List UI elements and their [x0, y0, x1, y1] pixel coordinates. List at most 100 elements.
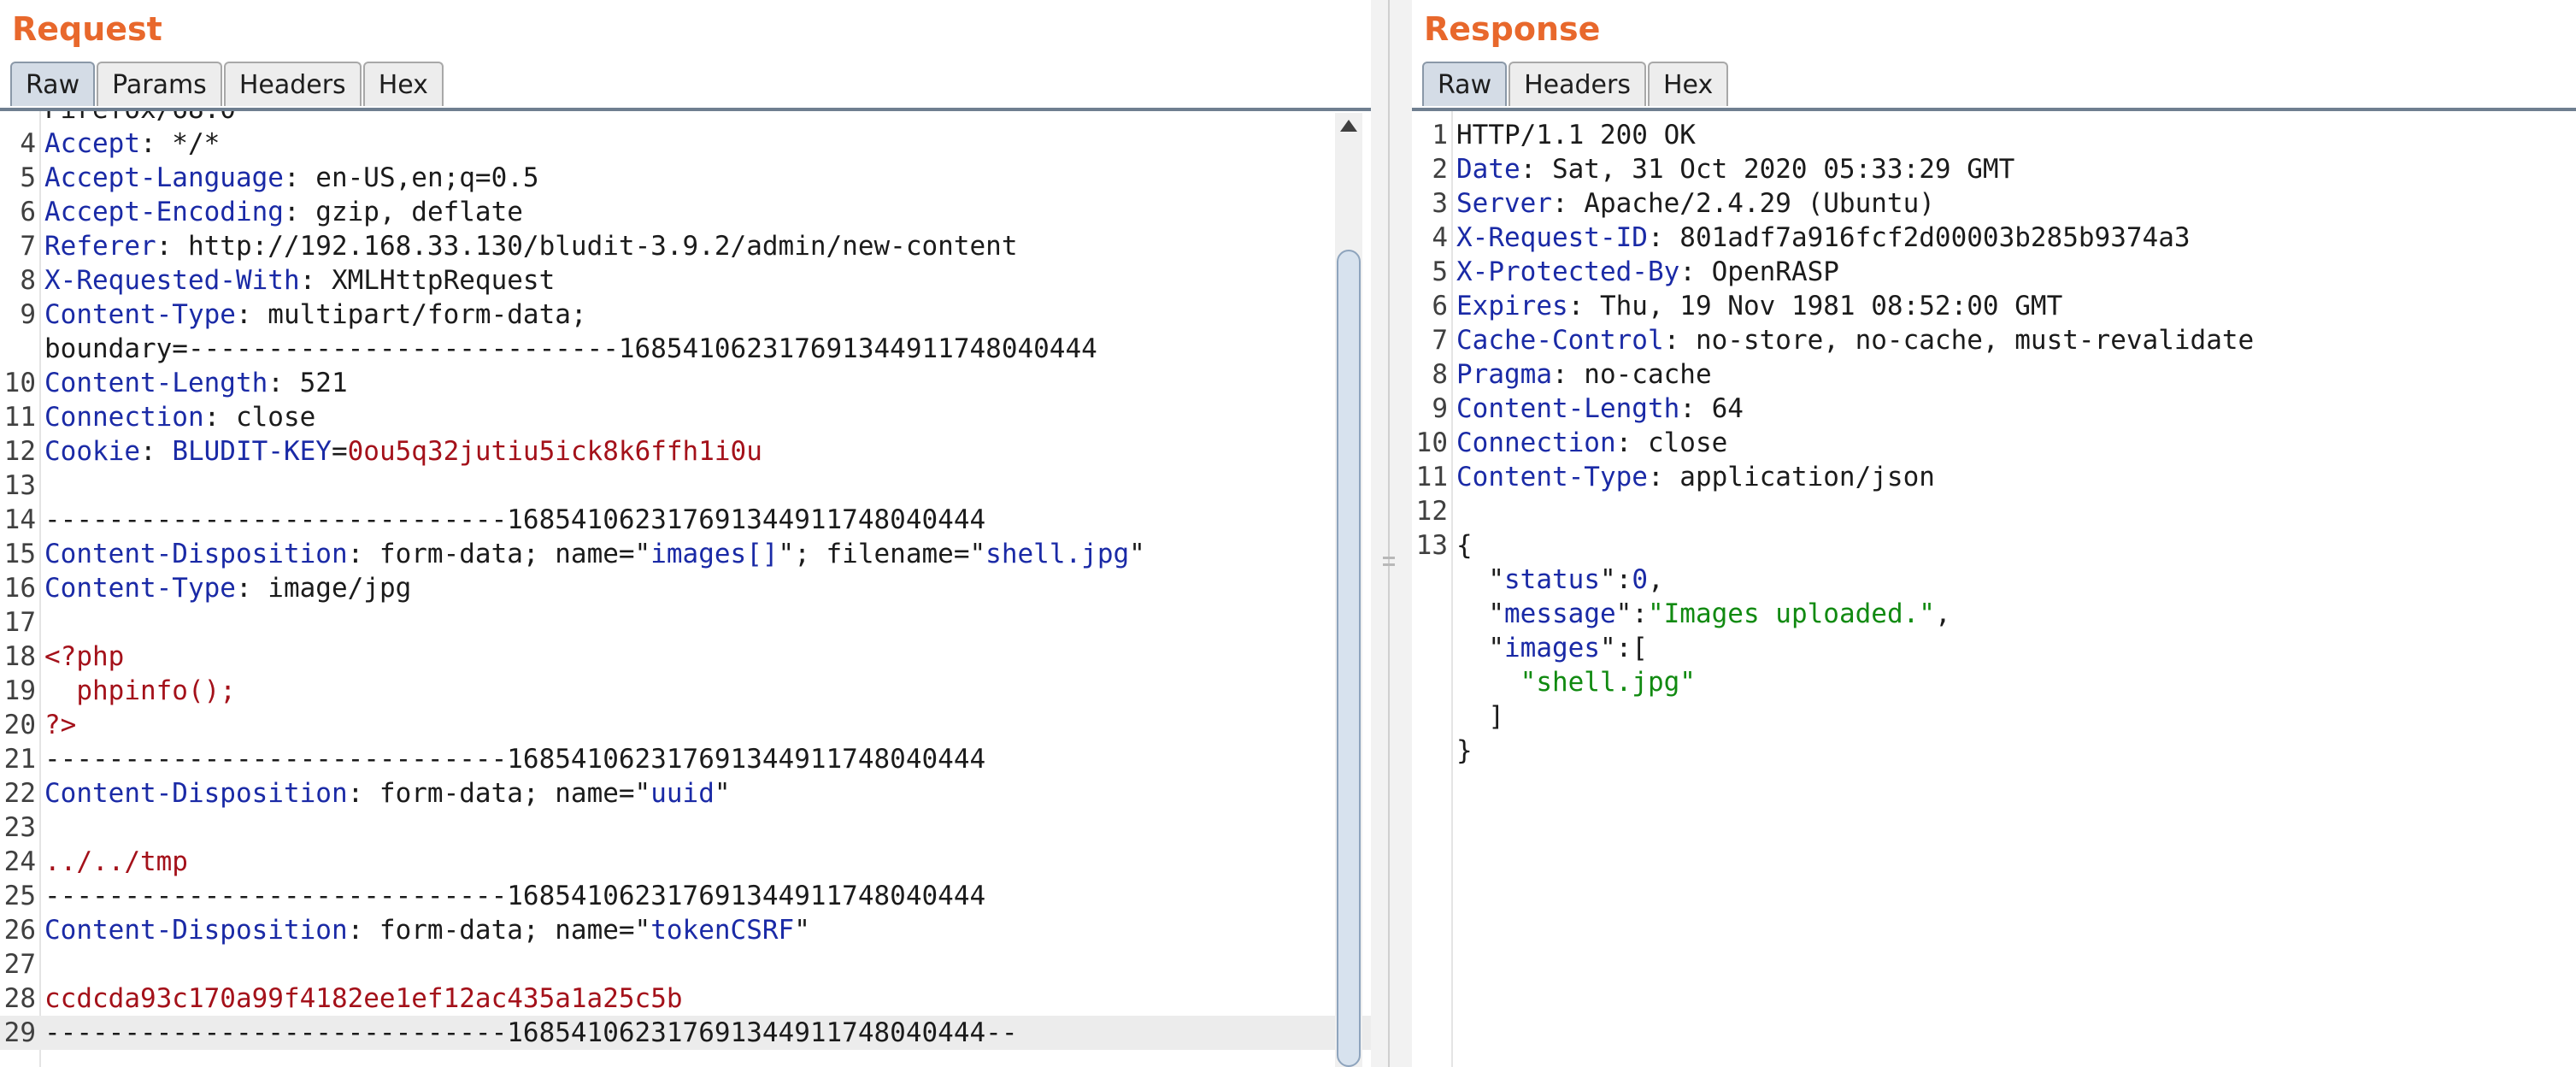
request-line[interactable]: 19 phpinfo();	[0, 674, 1371, 708]
line-text: Date: Sat, 31 Oct 2020 05:33:29 GMT	[1456, 152, 2014, 186]
line-text: -----------------------------16854106231…	[44, 503, 985, 537]
request-line[interactable]: Firefox/68.0	[0, 111, 1371, 127]
code-token: BLUDIT-KEY	[172, 436, 332, 467]
response-line[interactable]: 3 Server: Apache/2.4.29 (Ubuntu)	[1412, 186, 2576, 221]
request-tab-hex[interactable]: Hex	[362, 62, 444, 106]
request-tab-raw[interactable]: Raw	[10, 62, 96, 106]
line-text: }	[1456, 734, 1473, 768]
request-line[interactable]: 10 Content-Length: 521	[0, 366, 1371, 400]
code-token: <?php	[44, 641, 125, 672]
code-token: Content-Type	[44, 299, 236, 330]
response-line[interactable]: 10 Connection: close	[1412, 426, 2576, 460]
request-line[interactable]: 14 -----------------------------168541062…	[0, 503, 1371, 537]
request-code[interactable]: Firefox/68.0 4 Accept: */* 5 Accept-Language…	[0, 111, 1371, 1050]
line-text: HTTP/1.1 200 OK	[1456, 118, 1696, 152]
request-line[interactable]: 24 ../../tmp	[0, 845, 1371, 879]
scroll-up-arrow-icon[interactable]	[1340, 120, 1357, 132]
response-line[interactable]: 8 Pragma: no-cache	[1412, 357, 2576, 392]
code-token: Content-Type	[44, 573, 236, 604]
request-scroll-thumb[interactable]	[1337, 250, 1361, 1067]
line-number: 7	[1432, 325, 1448, 356]
request-line[interactable]: 25 -----------------------------168541062…	[0, 879, 1371, 913]
response-editor[interactable]: 1 HTTP/1.1 200 OK 2 Date: Sat, 31 Oct 2020 …	[1412, 111, 2576, 1067]
request-line[interactable]: 29 -----------------------------168541062…	[0, 1016, 1371, 1050]
code-token: : XMLHttpRequest	[299, 265, 556, 296]
request-line[interactable]: 7 Referer: http://192.168.33.130/bludit-3…	[0, 229, 1371, 263]
response-line[interactable]: 1 HTTP/1.1 200 OK	[1412, 118, 2576, 152]
response-line[interactable]: 9 Content-Length: 64	[1412, 392, 2576, 426]
request-line[interactable]: 23	[0, 811, 1371, 845]
code-token: ":	[1615, 598, 1648, 629]
code-token: images	[1504, 633, 1600, 663]
code-token: ]	[1456, 701, 1504, 732]
response-tab-raw[interactable]: Raw	[1422, 62, 1508, 106]
code-token: : Sat, 31 Oct 2020 05:33:29 GMT	[1520, 154, 2015, 185]
request-line[interactable]: 21 -----------------------------168541062…	[0, 742, 1371, 776]
response-line[interactable]: "status":0,	[1412, 563, 2576, 597]
request-line[interactable]: 12 Cookie: BLUDIT-KEY=0ou5q32jutiu5ick8k6…	[0, 434, 1371, 469]
response-tab-headers[interactable]: Headers	[1509, 62, 1646, 106]
request-line[interactable]: 8 X-Requested-With: XMLHttpRequest	[0, 263, 1371, 298]
line-text: Cookie: BLUDIT-KEY=0ou5q32jutiu5ick8k6ff…	[44, 434, 762, 469]
code-token: : 521	[268, 368, 348, 398]
response-line[interactable]: 6 Expires: Thu, 19 Nov 1981 08:52:00 GMT	[1412, 289, 2576, 323]
code-token: Cache-Control	[1456, 325, 1664, 356]
response-line[interactable]: 2 Date: Sat, 31 Oct 2020 05:33:29 GMT	[1412, 152, 2576, 186]
line-number: 5	[1432, 256, 1448, 287]
line-text: Pragma: no-cache	[1456, 357, 1712, 392]
request-line[interactable]: 26 Content-Disposition: form-data; name="…	[0, 913, 1371, 947]
line-number: 25	[3, 881, 36, 911]
request-line[interactable]: 6 Accept-Encoding: gzip, deflate	[0, 195, 1371, 229]
pane-splitter[interactable]	[1371, 0, 1412, 1067]
code-token: }	[1456, 735, 1473, 766]
response-line[interactable]: "message":"Images uploaded.",	[1412, 597, 2576, 631]
code-token: ,	[1647, 564, 1664, 595]
request-line[interactable]: 4 Accept: */*	[0, 127, 1371, 161]
request-line[interactable]: 15 Content-Disposition: form-data; name="…	[0, 537, 1371, 571]
request-scrollbar[interactable]	[1335, 113, 1362, 1067]
response-code[interactable]: 1 HTTP/1.1 200 OK 2 Date: Sat, 31 Oct 2020 …	[1412, 118, 2576, 768]
response-line[interactable]: 5 X-Protected-By: OpenRASP	[1412, 255, 2576, 289]
response-line[interactable]: 7 Cache-Control: no-store, no-cache, must…	[1412, 323, 2576, 357]
response-line[interactable]: 11 Content-Type: application/json	[1412, 460, 2576, 494]
request-line[interactable]: 5 Accept-Language: en-US,en;q=0.5	[0, 161, 1371, 195]
response-line[interactable]: }	[1412, 734, 2576, 768]
request-tab-headers[interactable]: Headers	[223, 62, 362, 106]
request-line[interactable]: 17	[0, 605, 1371, 640]
response-line[interactable]: ]	[1412, 699, 2576, 734]
response-tab-hex[interactable]: Hex	[1647, 62, 1729, 106]
code-token: : OpenRASP	[1679, 256, 1839, 287]
line-text: Content-Length: 521	[44, 366, 348, 400]
line-number: 27	[3, 949, 36, 980]
splitter-grip-icon[interactable]	[1383, 552, 1395, 578]
line-text: ../../tmp	[44, 845, 188, 879]
request-line[interactable]: 22 Content-Disposition: form-data; name="…	[0, 776, 1371, 811]
request-line[interactable]: 20 ?>	[0, 708, 1371, 742]
line-text: Server: Apache/2.4.29 (Ubuntu)	[1456, 186, 1935, 221]
request-line[interactable]: 11 Connection: close	[0, 400, 1371, 434]
request-line[interactable]: 27	[0, 947, 1371, 982]
response-line[interactable]: "images":[	[1412, 631, 2576, 665]
line-number: 28	[3, 983, 36, 1014]
response-scrollbar[interactable]	[2550, 113, 2576, 1067]
request-line[interactable]: 16 Content-Type: image/jpg	[0, 571, 1371, 605]
request-line[interactable]: boundary=---------------------------1685…	[0, 332, 1371, 366]
line-number: 22	[3, 778, 36, 809]
request-line[interactable]: 18 <?php	[0, 640, 1371, 674]
request-line[interactable]: 9 Content-Type: multipart/form-data;	[0, 298, 1371, 332]
code-token: Cookie	[44, 436, 140, 467]
response-line[interactable]: 12	[1412, 494, 2576, 528]
response-line[interactable]: 13 {	[1412, 528, 2576, 563]
request-line[interactable]: 13	[0, 469, 1371, 503]
request-tab-params[interactable]: Params	[97, 62, 222, 106]
line-text: "message":"Images uploaded.",	[1456, 597, 1950, 631]
response-line[interactable]: 4 X-Request-ID: 801adf7a916fcf2d00003b285…	[1412, 221, 2576, 255]
line-text: Expires: Thu, 19 Nov 1981 08:52:00 GMT	[1456, 289, 2062, 323]
response-line[interactable]: "shell.jpg"	[1412, 665, 2576, 699]
code-token: Date	[1456, 154, 1520, 185]
request-editor[interactable]: Firefox/68.0 4 Accept: */* 5 Accept-Language…	[0, 111, 1371, 1067]
line-text: Content-Disposition: form-data; name="uu…	[44, 776, 731, 811]
line-number: 11	[3, 402, 36, 433]
line-text: Accept: */*	[44, 127, 220, 161]
request-line[interactable]: 28 ccdcda93c170a99f4182ee1ef12ac435a1a25c…	[0, 982, 1371, 1016]
